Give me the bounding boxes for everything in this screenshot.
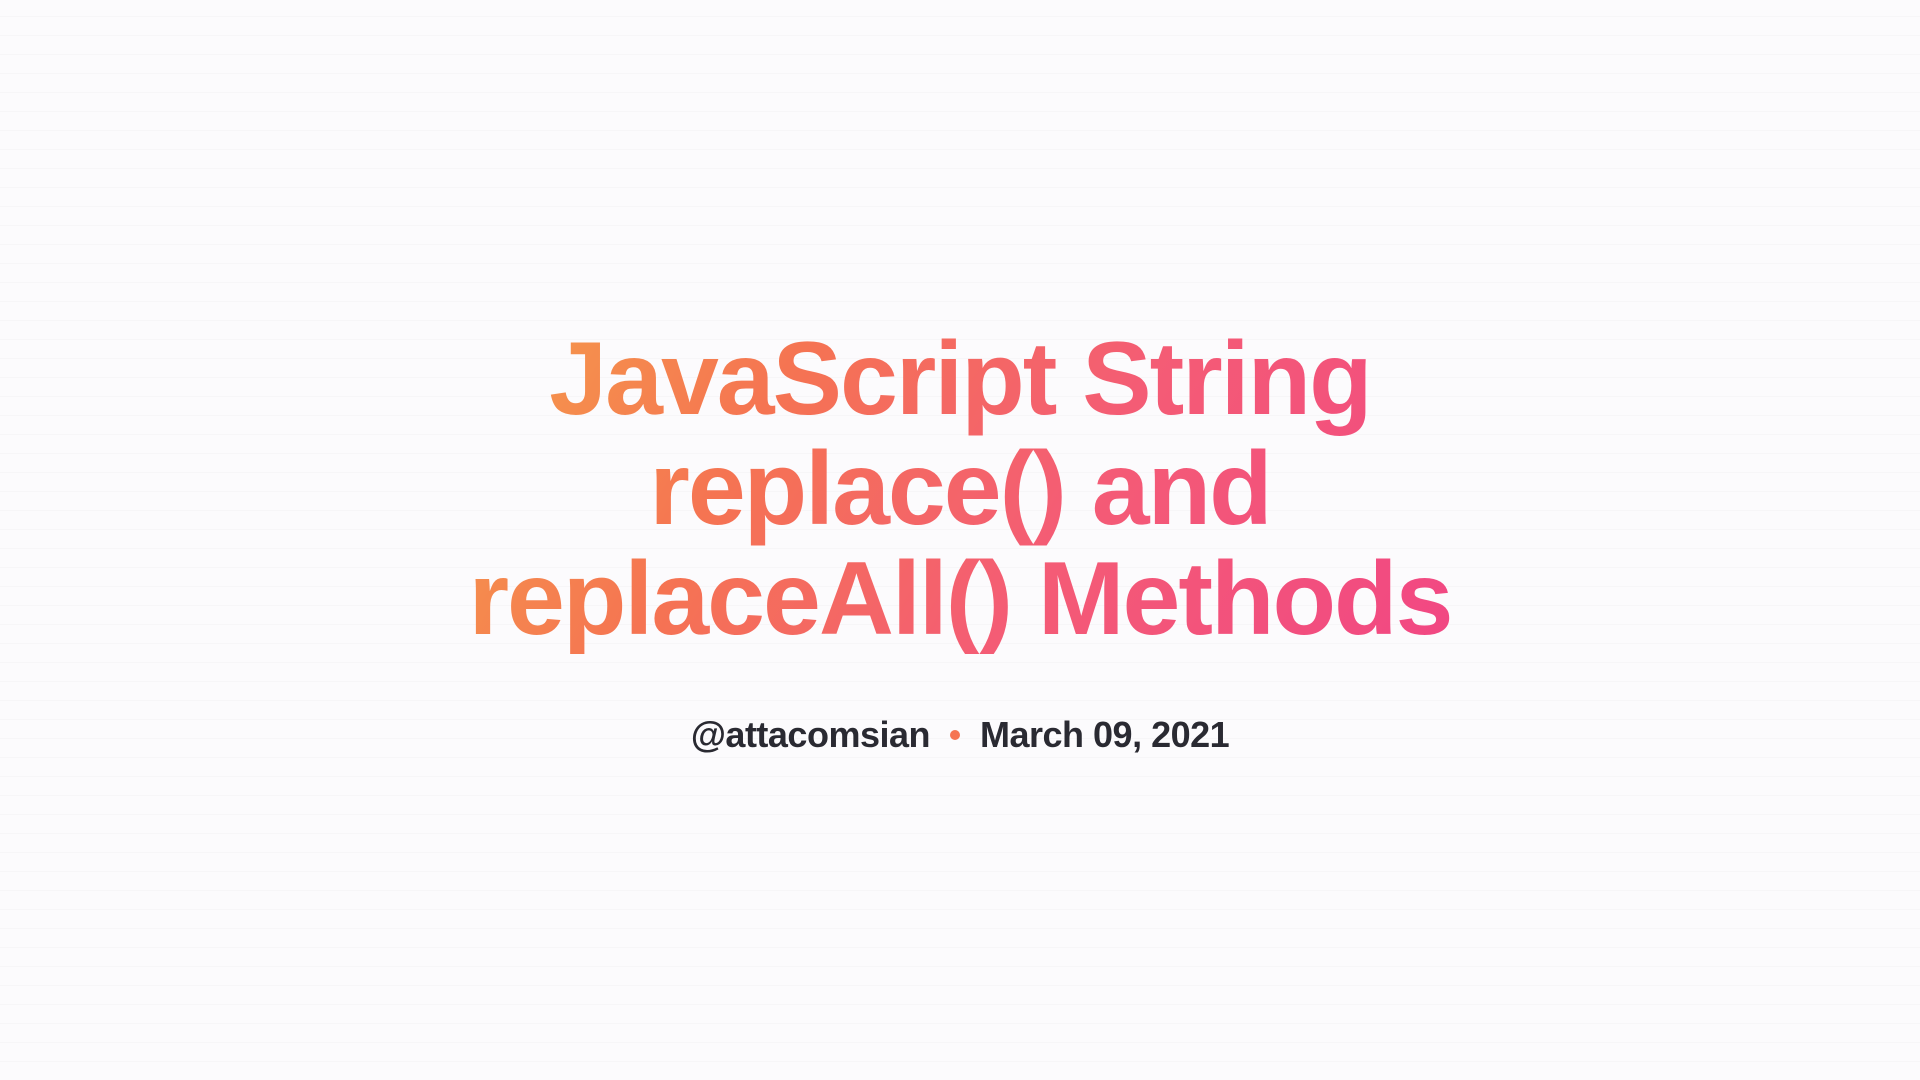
article-meta: @attacomsian March 09, 2021 [450,714,1470,756]
article-title: JavaScript String replace() and replaceA… [450,324,1470,655]
author-handle: @attacomsian [691,714,930,756]
publish-date: March 09, 2021 [980,714,1229,756]
content-container: JavaScript String replace() and replaceA… [410,324,1510,757]
separator-dot-icon [950,730,960,740]
